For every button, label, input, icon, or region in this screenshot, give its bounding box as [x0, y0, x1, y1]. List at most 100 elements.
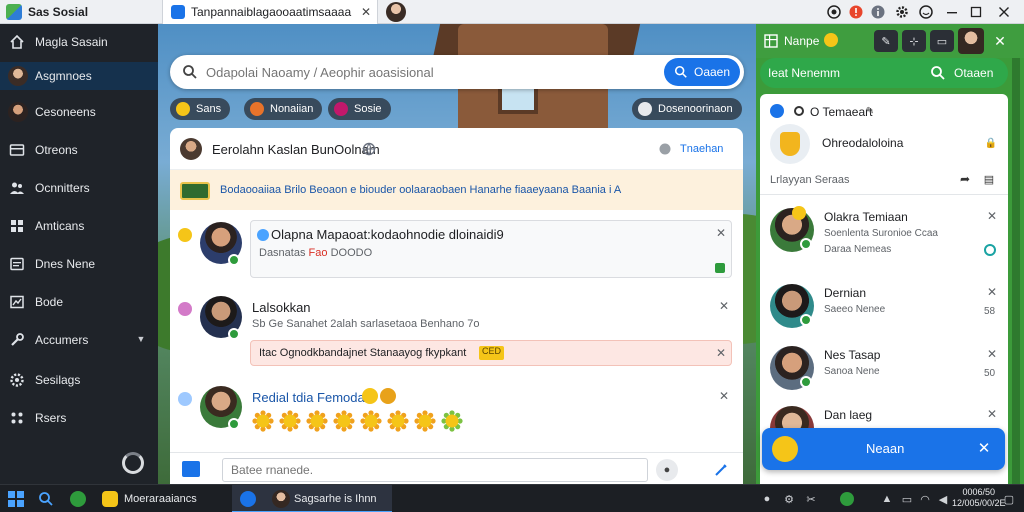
post-author[interactable]: Redial tdia Femodae: [252, 390, 372, 405]
contact-item[interactable]: Olakra Temiaan Soenlenta Suronioe Ccaa D…: [760, 198, 1008, 258]
taskbar-app-label[interactable]: Moeraraaiancs: [124, 493, 197, 505]
scrollbar[interactable]: [1012, 58, 1020, 508]
pen-icon[interactable]: ✎: [874, 30, 898, 52]
reaction-badge-icon: [178, 228, 192, 242]
scene-chip[interactable]: Dosenoorinaon: [632, 98, 742, 120]
sidebar-item-articles[interactable]: Amticans: [0, 212, 158, 240]
browser-tab[interactable]: Tanpannaiblagaooaatimsaaaa ✕: [162, 0, 378, 24]
search-icon: [182, 64, 198, 80]
sun-emoji-icon[interactable]: [387, 410, 409, 432]
sun-emoji-icon[interactable]: [333, 410, 355, 432]
app-icon[interactable]: [102, 491, 118, 507]
clock[interactable]: 0006/50 12/005/00/2E: [952, 487, 1006, 509]
post-highlight[interactable]: Itac Ognodkbandajnet Stanaayog fkypkant …: [250, 340, 732, 366]
feed-header-link[interactable]: Tnaehan: [680, 143, 723, 155]
message-input[interactable]: [222, 458, 648, 482]
info-icon[interactable]: [870, 4, 886, 20]
notice-text[interactable]: Bodaooaiiaa Brilo Beoaon e biouder oolaa…: [220, 184, 621, 196]
search-input[interactable]: [206, 63, 656, 81]
chip-filter[interactable]: Nonaiian: [244, 98, 323, 120]
pin-icon[interactable]: ⊹: [902, 30, 926, 52]
sun-emoji-icon[interactable]: [306, 410, 328, 432]
minimize-icon[interactable]: [944, 4, 960, 20]
sidebar-item-connections[interactable]: Cesoneens: [0, 98, 158, 126]
chat-icon[interactable]: [70, 491, 86, 507]
sidebar-item-users[interactable]: Rsers: [0, 404, 158, 432]
right-panel-search-bar[interactable]: Ieat Nenemm Otaaen: [760, 58, 1008, 88]
sidebar-item-label: Ocnnitters: [35, 181, 90, 195]
tab-close-icon[interactable]: ✕: [359, 5, 373, 19]
sidebar-item-board[interactable]: Bode: [0, 288, 158, 316]
taskbar-active-label: Sagsarhe is Ihnn: [294, 493, 377, 505]
contact-item[interactable]: Dernian Saeeo Nenee ✕ 58: [760, 274, 1008, 334]
sun-emoji-icon[interactable]: [252, 410, 274, 432]
maximize-icon[interactable]: [968, 4, 984, 20]
right-panel-bar-action[interactable]: Otaaen: [954, 66, 993, 80]
search-icon[interactable]: [38, 491, 54, 507]
chip-label: Sans: [196, 103, 222, 115]
chip-filter[interactable]: Sans: [170, 98, 231, 120]
pen-icon[interactable]: [712, 461, 730, 479]
volume-icon[interactable]: ◀: [936, 492, 950, 506]
avatar[interactable]: [958, 28, 984, 54]
sidebar-item-home[interactable]: Magla Sasain: [0, 28, 158, 56]
app-title: Sas Sosial: [28, 5, 89, 19]
emoji-icon[interactable]: [918, 4, 934, 20]
edit-icon[interactable]: ✎: [864, 105, 876, 117]
window-icon[interactable]: ▭: [930, 30, 954, 52]
avatar[interactable]: [180, 138, 202, 160]
sidebar-item-communities[interactable]: Ocnnitters: [0, 174, 158, 202]
settings-icon[interactable]: [894, 4, 910, 20]
chip-filter[interactable]: Sosie: [328, 98, 391, 120]
close-icon[interactable]: ✕: [715, 226, 727, 240]
close-icon[interactable]: ✕: [986, 209, 998, 223]
post-content[interactable]: Olapna Mapaoat:kodaohnodie dloinaidi9 Da…: [250, 220, 732, 278]
close-icon[interactable]: ✕: [986, 407, 998, 421]
close-icon[interactable]: ✕: [986, 347, 998, 361]
sidebar-item-settings[interactable]: Sesilags: [0, 366, 158, 394]
sun-emoji-icon[interactable]: [360, 410, 382, 432]
share-icon[interactable]: ➦: [958, 172, 972, 186]
online-status-icon: [228, 418, 240, 430]
tool-icon[interactable]: ✂: [804, 492, 818, 506]
globe-icon[interactable]: [362, 142, 376, 156]
close-icon[interactable]: [996, 4, 1012, 20]
close-icon[interactable]: ✕: [715, 346, 727, 360]
profile-avatar[interactable]: [386, 2, 406, 22]
chevron-up-icon[interactable]: ▲: [880, 492, 894, 506]
contact-item[interactable]: Nes Tasap Sanoa Nene ✕ 50: [760, 336, 1008, 396]
sun-emoji-icon[interactable]: [441, 410, 463, 432]
reaction-badge-icon: [178, 392, 192, 406]
feature-icon: [770, 124, 810, 164]
chevron-down-icon[interactable]: ▼: [136, 334, 146, 344]
alert-icon[interactable]: [848, 4, 864, 20]
status-icon[interactable]: [840, 492, 854, 506]
sun-emoji-icon[interactable]: [414, 410, 436, 432]
battery-icon[interactable]: ▭: [900, 492, 914, 506]
sidebar-item-others[interactable]: Otreons: [0, 136, 158, 164]
search-button[interactable]: Oaaen: [664, 58, 740, 86]
close-icon[interactable]: ✕: [718, 299, 730, 313]
menu-icon[interactable]: ▤: [982, 172, 996, 186]
wifi-icon[interactable]: ◠: [918, 492, 932, 506]
settings-icon[interactable]: ⚙: [782, 492, 796, 506]
sidebar-item-accounts[interactable]: Accumers ▼: [0, 326, 158, 354]
contact-subtitle: Soenlenta Suronioe Ccaa: [824, 228, 938, 239]
taskbar-active-app[interactable]: Sagsarhe is Ihnn: [232, 485, 392, 512]
close-icon[interactable]: ✕: [718, 389, 730, 403]
radio-icon[interactable]: [794, 106, 804, 116]
record-icon[interactable]: ●: [760, 492, 774, 506]
close-icon[interactable]: ✕: [986, 285, 998, 299]
close-icon[interactable]: ✕: [992, 33, 1008, 49]
record-icon[interactable]: [826, 4, 842, 20]
right-panel-action-button[interactable]: Neaan ✕: [762, 428, 1005, 470]
sidebar-item-assignments[interactable]: Asgmnoes: [0, 62, 158, 90]
notification-icon[interactable]: ▢: [1002, 492, 1016, 506]
sidebar-item-news[interactable]: Dnes Nene: [0, 250, 158, 278]
feature-title[interactable]: Ohreodaloloina: [822, 136, 903, 150]
start-icon[interactable]: [8, 491, 24, 507]
close-icon[interactable]: ✕: [976, 440, 992, 457]
sun-emoji-icon[interactable]: [279, 410, 301, 432]
attach-image-icon[interactable]: [182, 461, 200, 477]
record-icon[interactable]: ●: [656, 459, 678, 481]
